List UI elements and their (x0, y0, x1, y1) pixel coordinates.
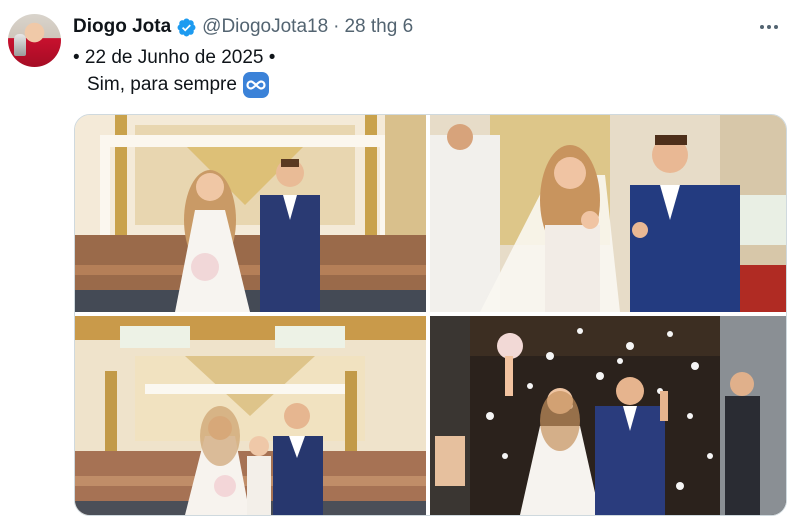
tweet-date[interactable]: 28 thg 6 (344, 16, 413, 38)
avatar[interactable] (8, 14, 61, 67)
photo-couple-at-altar[interactable] (75, 115, 426, 312)
tweet-text-line2: Sim, para sempre (87, 72, 269, 98)
verified-badge-icon (176, 17, 197, 38)
more-options-icon[interactable] (752, 14, 786, 40)
trophy-icon (14, 34, 26, 56)
tweet-card: Diogo Jota @DiogoJota18 · 28 thg 6 • 22 … (0, 0, 800, 518)
tweet-text: Sim, para sempre (87, 74, 237, 95)
author-name[interactable]: Diogo Jota (73, 16, 171, 38)
media-grid (74, 114, 787, 516)
author-handle[interactable]: @DiogoJota18 (202, 16, 328, 38)
photo-couple-showing-rings[interactable] (430, 115, 786, 312)
photo-family-at-altar[interactable] (75, 316, 426, 515)
tweet-header: Diogo Jota @DiogoJota18 · 28 thg 6 (73, 14, 413, 40)
infinity-emoji-icon (242, 72, 269, 98)
tweet-text-line1: • 22 de Junho de 2025 • (73, 47, 276, 68)
separator-dot: · (333, 16, 340, 37)
photo-confetti-exit[interactable] (430, 316, 786, 515)
